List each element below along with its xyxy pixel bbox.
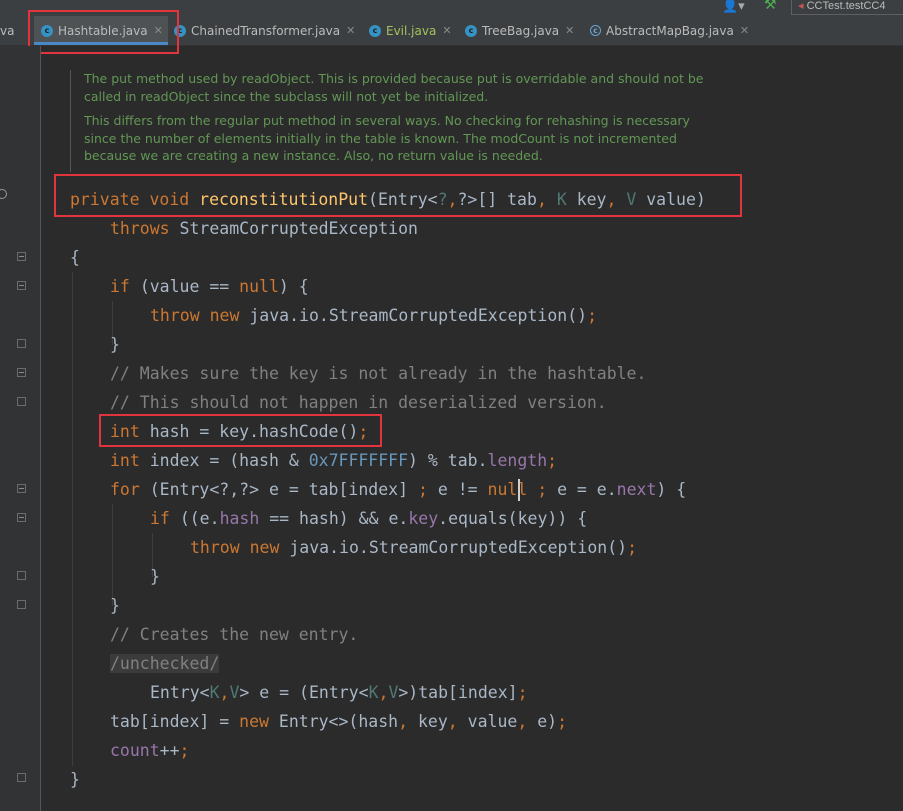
editor-gutter bbox=[0, 46, 40, 811]
tab-evil[interactable]: c Evil.java ✕ bbox=[369, 16, 452, 45]
folded-comment[interactable]: /unchecked/ bbox=[110, 654, 220, 673]
close-icon[interactable]: ✕ bbox=[565, 24, 574, 37]
close-icon[interactable]: ✕ bbox=[740, 24, 749, 37]
code-comment: // This should not happen in deserialize… bbox=[110, 393, 607, 412]
close-icon[interactable]: ✕ bbox=[346, 24, 355, 37]
code-line: /unchecked/ bbox=[110, 649, 220, 678]
indent-guide bbox=[72, 272, 73, 766]
tab-chainedtransformer[interactable]: c ChainedTransformer.java ✕ bbox=[174, 16, 355, 45]
text-cursor bbox=[518, 479, 520, 501]
abstract-class-icon: c bbox=[590, 25, 601, 36]
highlight-box-hashcode bbox=[99, 414, 382, 447]
tab-fragment[interactable]: va bbox=[0, 16, 26, 45]
fold-marker-icon[interactable] bbox=[17, 571, 26, 580]
gutter-divider bbox=[40, 46, 41, 811]
run-config-selector[interactable]: ◂ CCTest.testCC4 bbox=[791, 0, 903, 15]
fold-marker-icon[interactable] bbox=[17, 484, 26, 493]
rendered-doc-comment: The put method used by readObject. This … bbox=[70, 70, 724, 172]
code-line: int index = (hash & 0x7FFFFFFF) % tab.le… bbox=[110, 451, 558, 470]
doc-paragraph: The put method used by readObject. This … bbox=[84, 71, 704, 104]
code-line: } bbox=[150, 567, 160, 586]
build-hammer-icon[interactable]: ⚒ bbox=[764, 0, 777, 13]
tab-label: Evil.java bbox=[386, 23, 437, 38]
fold-marker-icon[interactable] bbox=[17, 368, 26, 377]
fold-marker-icon[interactable] bbox=[17, 773, 26, 782]
fold-marker-icon[interactable] bbox=[17, 339, 26, 348]
fold-marker-icon[interactable] bbox=[17, 252, 26, 261]
fold-marker-icon[interactable] bbox=[17, 600, 26, 609]
run-config-label: CCTest.testCC4 bbox=[806, 0, 886, 12]
code-comment: // Creates the new entry. bbox=[110, 625, 359, 644]
fold-marker-icon[interactable] bbox=[17, 281, 26, 290]
highlight-box-method-signature bbox=[54, 174, 742, 217]
tab-label: TreeBag.java bbox=[482, 23, 560, 38]
code-line: } bbox=[70, 770, 80, 789]
class-icon: c bbox=[369, 24, 381, 37]
tab-label: ChainedTransformer.java bbox=[191, 23, 341, 38]
code-line: throw new java.io.StreamCorruptedExcepti… bbox=[150, 306, 598, 325]
code-line: for (Entry<?,?> e = tab[index] ; e != nu… bbox=[110, 480, 687, 499]
highlight-box-tab bbox=[28, 10, 179, 54]
tab-treebag[interactable]: c TreeBag.java ✕ bbox=[465, 16, 574, 45]
code-line: if (value == null) { bbox=[110, 277, 309, 296]
code-line: tab[index] = new Entry<>(hash, key, valu… bbox=[110, 712, 568, 731]
tab-fragment-label: va bbox=[0, 23, 15, 38]
fold-marker-icon[interactable] bbox=[17, 397, 26, 406]
code-line: } bbox=[110, 335, 120, 354]
code-line: } bbox=[110, 596, 120, 615]
tab-label: AbstractMapBag.java bbox=[606, 23, 734, 38]
class-icon: c bbox=[465, 24, 477, 37]
code-line: { bbox=[70, 248, 80, 267]
close-icon[interactable]: ✕ bbox=[442, 24, 451, 37]
code-line: throws StreamCorruptedException bbox=[110, 219, 418, 238]
code-line: Entry<K,V> e = (Entry<K,V>)tab[index]; bbox=[150, 683, 528, 702]
code-line: if ((e.hash == hash) && e.key.equals(key… bbox=[150, 509, 588, 528]
run-config-icon: ◂ bbox=[798, 0, 804, 12]
fold-marker-icon[interactable] bbox=[17, 513, 26, 522]
doc-paragraph: This differs from the regular put method… bbox=[84, 113, 690, 163]
code-comment: // Makes sure the key is not already in … bbox=[110, 364, 647, 383]
code-line: throw new java.io.StreamCorruptedExcepti… bbox=[190, 538, 638, 557]
method-override-icon[interactable] bbox=[0, 189, 7, 199]
code-line: count++; bbox=[110, 741, 190, 760]
user-icon[interactable]: 👤▾ bbox=[722, 0, 745, 14]
tab-abstractmapbag[interactable]: c AbstractMapBag.java ✕ bbox=[590, 16, 749, 45]
